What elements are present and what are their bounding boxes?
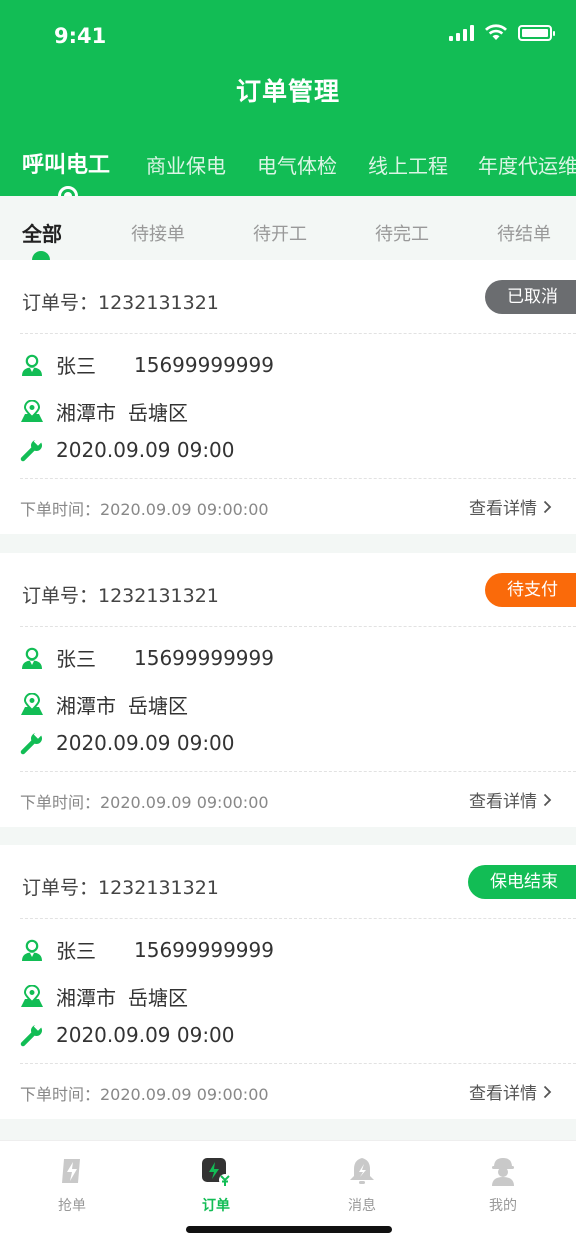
view-details-link[interactable]: 查看详情	[469, 787, 552, 812]
tab-grab-order-label: 抢单	[58, 1198, 86, 1214]
view-details-link[interactable]: 查看详情	[469, 1079, 552, 1104]
service-time: 2020.09.09 09:00	[56, 731, 235, 755]
person-icon	[22, 354, 42, 376]
contact-row: 张三 15699999999	[20, 935, 274, 964]
chevron-right-icon	[543, 500, 552, 513]
city: 湘潭市	[56, 694, 116, 718]
city: 湘潭市	[56, 401, 116, 425]
card-divider	[20, 478, 576, 479]
status-tab-all[interactable]: 全部	[22, 218, 62, 247]
category-tabs: 呼叫电工 商业保电 电气体检 线上工程 年度代运维	[0, 140, 576, 184]
view-details-link[interactable]: 查看详情	[469, 494, 552, 519]
status-time: 9:41	[54, 24, 107, 48]
wrench-icon	[20, 1023, 43, 1047]
page-title: 订单管理	[235, 77, 340, 106]
cellular-signal-icon	[449, 24, 474, 41]
order-number: 订单号：1232131321	[22, 585, 219, 607]
card-divider	[20, 771, 576, 772]
tab-electrical-inspection[interactable]: 电气体检	[257, 150, 337, 179]
service-time-row: 2020.09.09 09:00	[20, 438, 235, 462]
view-details-label: 查看详情	[469, 792, 537, 812]
order-number: 订单号：1232131321	[22, 877, 219, 899]
card-divider	[20, 918, 576, 919]
status-tabs: 全部 待接单 待开工 待完工 待结单	[0, 196, 576, 258]
service-time: 2020.09.09 09:00	[56, 438, 235, 462]
person-icon	[22, 939, 42, 961]
service-time-row: 2020.09.09 09:00	[20, 1023, 235, 1047]
customer-phone: 15699999999	[134, 937, 274, 962]
view-details-label: 查看详情	[469, 499, 537, 519]
district: 岳塘区	[128, 401, 188, 425]
city: 湘潭市	[56, 986, 116, 1010]
tab-mine[interactable]: 我的	[453, 1155, 553, 1215]
tab-orders[interactable]: 订单	[166, 1155, 266, 1215]
status-icons	[449, 24, 555, 41]
status-tab-pending-complete[interactable]: 待完工	[375, 220, 429, 246]
card-divider	[20, 1063, 576, 1064]
order-created-time: 下单时间：2020.09.09 09:00:00	[20, 500, 269, 519]
status-badge: 待支付	[485, 573, 576, 607]
home-indicator	[186, 1226, 392, 1233]
customer-name: 张三	[56, 354, 96, 378]
status-tab-pending-start[interactable]: 待开工	[253, 220, 307, 246]
customer-name: 张三	[56, 939, 96, 963]
district: 岳塘区	[128, 986, 188, 1010]
tab-online-project[interactable]: 线上工程	[368, 150, 448, 179]
tab-mine-label: 我的	[489, 1198, 517, 1214]
worker-avatar-icon	[492, 1158, 514, 1186]
tab-annual-maintenance[interactable]: 年度代运维	[478, 150, 576, 179]
status-tab-pending-settle[interactable]: 待结单	[497, 220, 551, 246]
status-tab-pending-accept[interactable]: 待接单	[131, 220, 185, 246]
tab-grab-order[interactable]: 抢单	[22, 1155, 122, 1215]
chevron-right-icon	[543, 1085, 552, 1098]
chevron-right-icon	[543, 793, 552, 806]
map-pin-icon	[21, 984, 43, 1007]
location-row: 湘潭市 岳塘区	[20, 397, 188, 426]
location-row: 湘潭市 岳塘区	[20, 690, 188, 719]
tab-messages-label: 消息	[348, 1198, 376, 1214]
card-divider	[20, 333, 576, 334]
status-badge: 保电结束	[468, 865, 576, 899]
order-created-time: 下单时间：2020.09.09 09:00:00	[20, 793, 269, 812]
app-header: 9:41 订单管理 呼叫电工 商业保电 电气体检 线上工程 年度代运维	[0, 0, 576, 196]
tab-messages[interactable]: 消息	[312, 1155, 412, 1215]
service-time-row: 2020.09.09 09:00	[20, 731, 235, 755]
status-bar: 9:41	[0, 0, 576, 74]
status-badge: 已取消	[485, 280, 576, 314]
customer-phone: 15699999999	[134, 352, 274, 377]
district: 岳塘区	[128, 694, 188, 718]
map-pin-icon	[21, 399, 43, 422]
order-created-time: 下单时间：2020.09.09 09:00:00	[20, 1085, 269, 1104]
orders-icon	[202, 1158, 231, 1186]
service-time: 2020.09.09 09:00	[56, 1023, 235, 1047]
wrench-icon	[20, 438, 43, 462]
customer-phone: 15699999999	[134, 645, 274, 670]
location-row: 湘潭市 岳塘区	[20, 982, 188, 1011]
person-icon	[22, 647, 42, 669]
order-card[interactable]: 订单号：1232131321 保电结束 张三 15699999999 湘潭市 岳…	[0, 845, 576, 1119]
wifi-icon	[485, 24, 507, 40]
wrench-icon	[20, 731, 43, 755]
grab-order-icon	[62, 1159, 80, 1183]
order-card[interactable]: 订单号：1232131321 待支付 张三 15699999999 湘潭市 岳塘…	[0, 553, 576, 827]
view-details-label: 查看详情	[469, 1084, 537, 1104]
map-pin-icon	[21, 692, 43, 715]
contact-row: 张三 15699999999	[20, 350, 274, 379]
customer-name: 张三	[56, 647, 96, 671]
tab-commercial-power[interactable]: 商业保电	[146, 150, 226, 179]
tab-orders-label: 订单	[202, 1198, 230, 1214]
order-number: 订单号：1232131321	[22, 292, 219, 314]
contact-row: 张三 15699999999	[20, 643, 274, 672]
bell-icon	[350, 1158, 374, 1184]
order-card[interactable]: 订单号：1232131321 已取消 张三 15699999999 湘潭市 岳塘…	[0, 260, 576, 534]
card-divider	[20, 626, 576, 627]
tab-call-electrician[interactable]: 呼叫电工	[22, 147, 110, 179]
battery-icon	[518, 24, 555, 41]
